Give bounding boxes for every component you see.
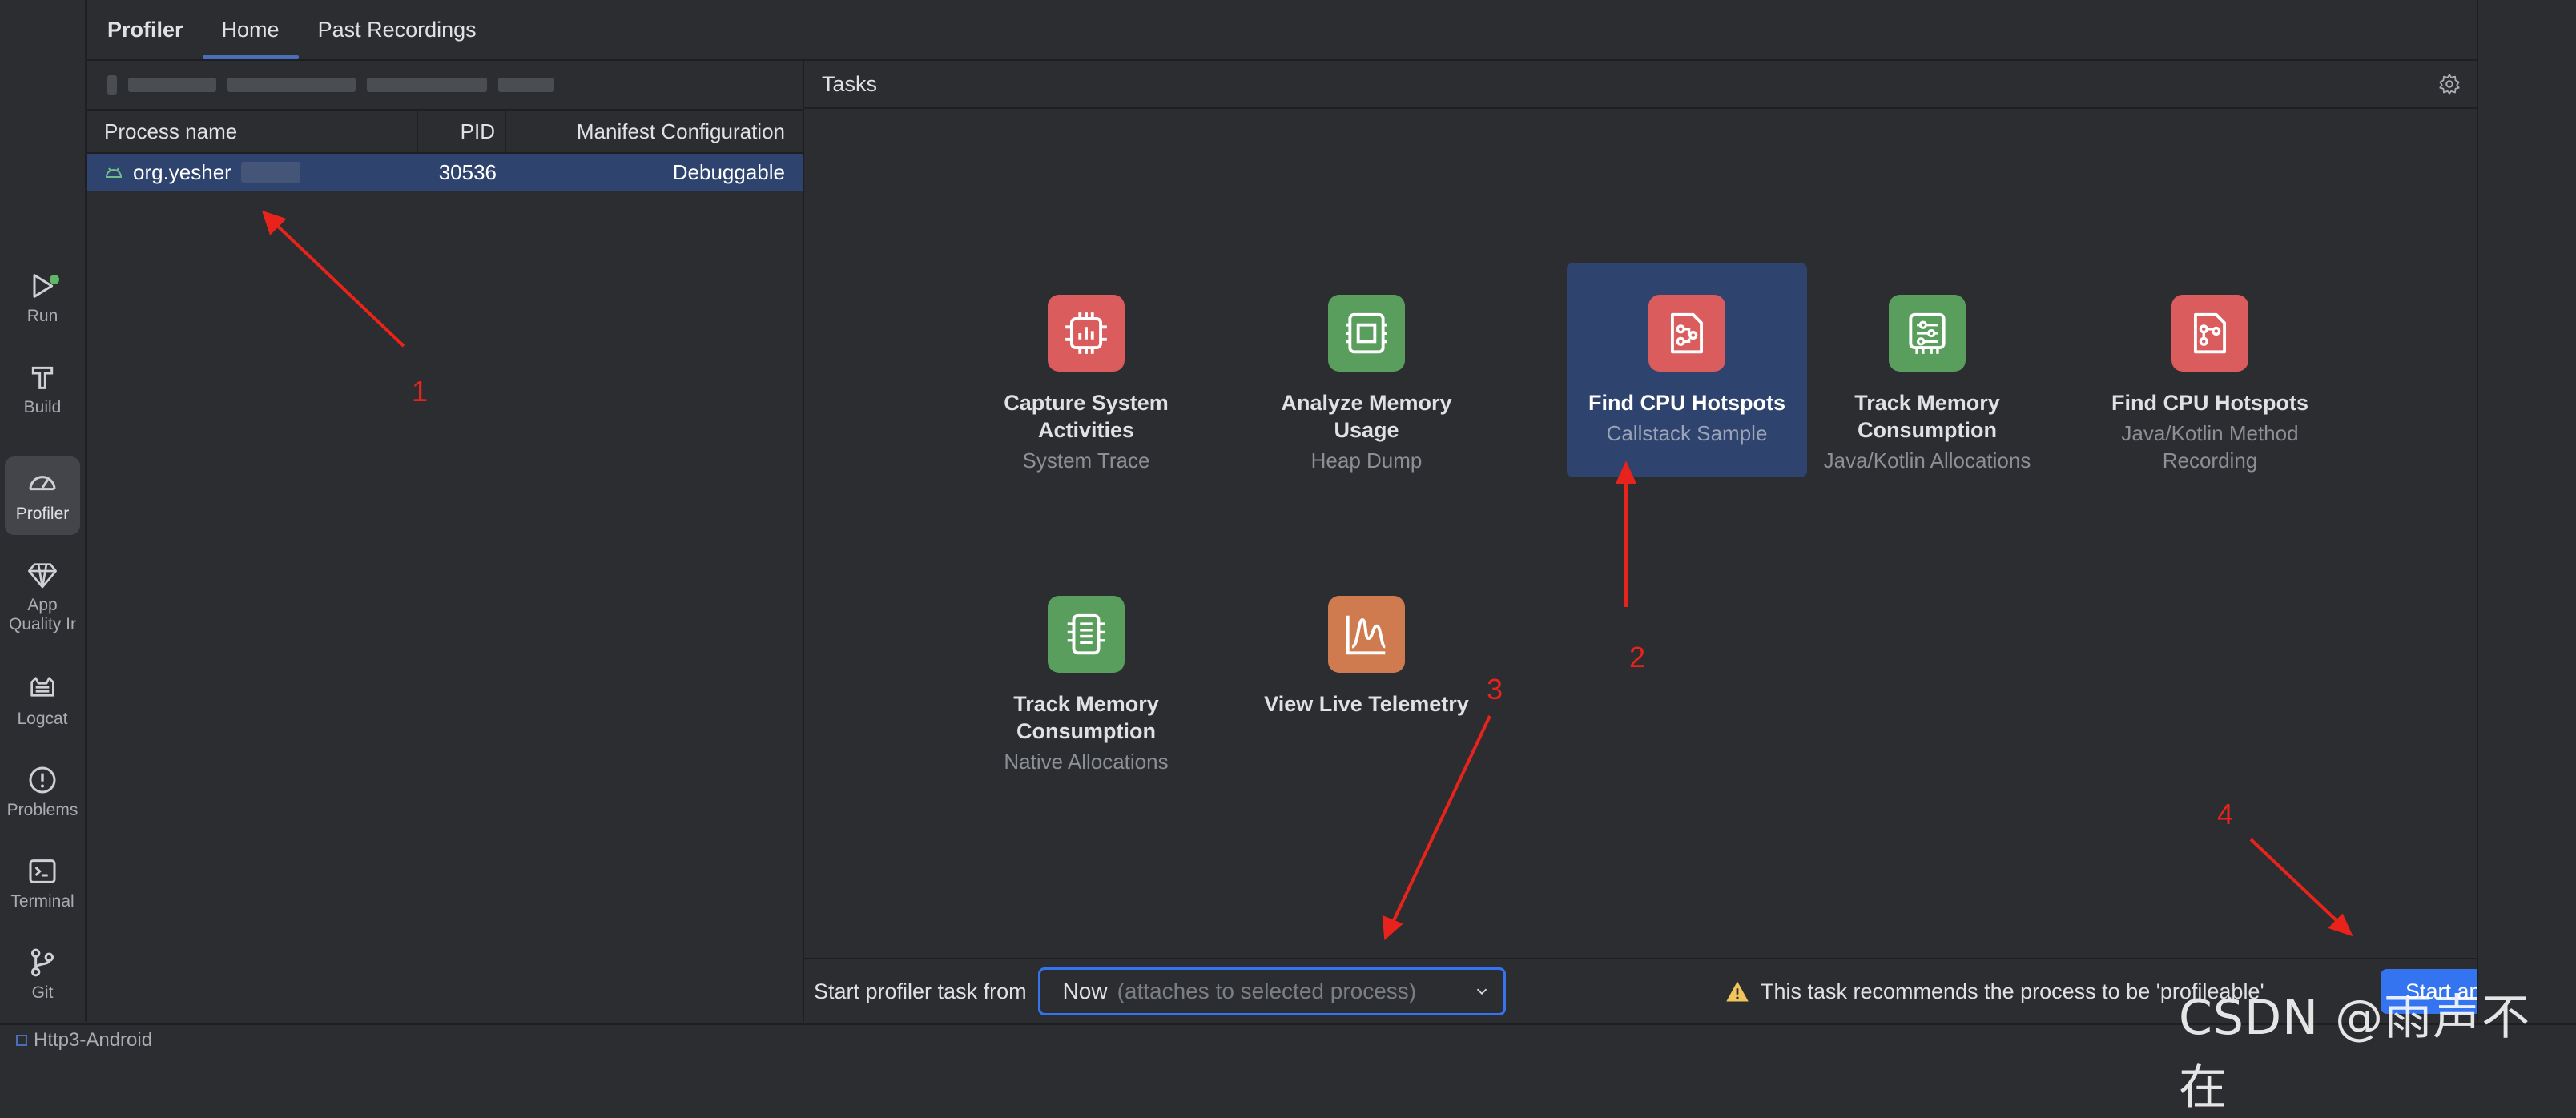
tab-home[interactable]: Home xyxy=(202,0,299,59)
memory-sliders-icon xyxy=(1909,312,1946,354)
profiler-title: Profiler xyxy=(107,17,183,42)
right-tool-strip xyxy=(2477,0,2576,1022)
task-subtitle: Java/Kotlin Allocations xyxy=(1823,448,2031,473)
terminal-tool-button[interactable]: Terminal xyxy=(5,844,80,923)
process-table-header: Process name PID Manifest Configuration xyxy=(87,109,803,154)
cat-icon xyxy=(30,677,54,697)
app-quality-tool-button[interactable]: App Quality Ir xyxy=(5,553,80,641)
terminal-icon xyxy=(29,859,56,883)
redacted-device-name xyxy=(128,78,216,92)
android-icon xyxy=(105,167,123,178)
device-selector[interactable] xyxy=(87,61,803,109)
profiler-tool-button[interactable]: Profiler xyxy=(5,456,80,535)
callstack-doc-icon xyxy=(1670,312,1704,354)
git-tool-label: Git xyxy=(31,983,54,1002)
project-name[interactable]: Http3-Android xyxy=(34,1029,152,1052)
native-memory-icon xyxy=(1067,613,1105,655)
redacted-device-extra xyxy=(498,78,554,92)
task-title: Analyze Memory Usage xyxy=(1281,391,1452,442)
task-track-memory-java-kotlin[interactable]: Track Memory Consumption Java/Kotlin All… xyxy=(1807,263,2047,477)
run-tool-label: Run xyxy=(26,307,58,325)
tasks-title: Tasks xyxy=(822,71,878,96)
chevron-down-icon xyxy=(1476,988,1487,995)
hammer-icon xyxy=(31,366,54,389)
warning-icon xyxy=(1726,981,1749,1002)
task-find-cpu-hotspots-callstack[interactable]: Find CPU Hotspots Callstack Sample xyxy=(1567,263,1807,477)
tasks-pane: Tasks Capture System Activities System T… xyxy=(804,61,2555,1022)
pid-cell: 30536 xyxy=(438,160,497,184)
task-icon-tile xyxy=(1048,295,1125,372)
alert-circle-icon xyxy=(29,766,56,794)
branch-icon xyxy=(31,948,54,977)
git-tool-button[interactable]: Git xyxy=(5,935,80,1014)
build-tool-label: Build xyxy=(23,398,62,416)
logcat-tool-button[interactable]: Logcat xyxy=(5,662,80,740)
tool-window-bar: Run Build Profiler App Quality Ir Logcat… xyxy=(0,0,87,1022)
task-title: Capture System Activities xyxy=(1004,391,1169,442)
manifest-config-header[interactable]: Manifest Configuration xyxy=(506,119,803,144)
profiler-tool-label: Profiler xyxy=(15,505,70,523)
process-name-cell: org.yesher xyxy=(133,159,231,184)
dropdown-value: Now xyxy=(1062,979,1108,1003)
pid-header[interactable]: PID xyxy=(417,111,506,152)
task-icon-tile xyxy=(1048,596,1125,673)
app-quality-tool-label: App Quality Ir xyxy=(8,596,77,633)
redacted-device-model xyxy=(227,78,356,92)
build-tool-button[interactable]: Build xyxy=(5,350,80,428)
annotation-label-1: 1 xyxy=(412,375,429,408)
watermark: CSDN @雨声不在 xyxy=(2179,990,2531,1116)
task-icon-tile xyxy=(2171,295,2248,372)
redacted-process-suffix xyxy=(240,162,300,183)
device-icon xyxy=(107,75,117,95)
method-doc-icon xyxy=(2193,312,2227,354)
running-indicator xyxy=(50,275,59,284)
profiler-panel: Profiler Home Past Recordings Process na… xyxy=(87,0,2555,1022)
task-subtitle: System Trace xyxy=(1022,448,1150,473)
task-icon-tile xyxy=(1328,596,1405,673)
redacted-device-api xyxy=(367,78,487,92)
task-track-memory-native[interactable]: Track Memory Consumption Native Allocati… xyxy=(966,564,1206,778)
telemetry-chart-icon xyxy=(1346,615,1387,655)
tab-past-recordings[interactable]: Past Recordings xyxy=(299,0,496,59)
terminal-tool-label: Terminal xyxy=(10,892,74,911)
profiler-tab-bar: Profiler Home Past Recordings xyxy=(87,0,2477,61)
task-subtitle: Callstack Sample xyxy=(1606,421,1768,445)
problems-tool-button[interactable]: Problems xyxy=(5,753,80,831)
task-subtitle: Java/Kotlin Method Recording xyxy=(2121,421,2299,473)
table-row[interactable]: org.yesher 30536 Debuggable xyxy=(87,154,803,191)
problems-tool-label: Problems xyxy=(6,801,78,819)
annotation-label-2: 2 xyxy=(1629,641,1646,674)
task-subtitle: Heap Dump xyxy=(1310,448,1423,473)
task-view-live-telemetry[interactable]: View Live Telemetry xyxy=(1230,564,1503,778)
task-icon-tile xyxy=(1328,295,1405,372)
process-name-header[interactable]: Process name xyxy=(87,119,417,144)
manifest-config-cell: Debuggable xyxy=(672,159,785,184)
process-pane: Process name PID Manifest Configuration … xyxy=(87,61,804,1022)
cpu-bars-icon xyxy=(1065,312,1107,354)
logcat-tool-label: Logcat xyxy=(17,710,68,728)
project-icon xyxy=(16,1035,27,1046)
tasks-header: Tasks xyxy=(804,61,2477,109)
task-find-cpu-hotspots-method[interactable]: Find CPU Hotspots Java/Kotlin Method Rec… xyxy=(2086,263,2334,477)
task-capture-system-activities[interactable]: Capture System Activities System Trace xyxy=(966,263,1206,477)
task-subtitle: Native Allocations xyxy=(1004,750,1169,774)
memory-chip-icon xyxy=(1346,312,1387,354)
task-title: Find CPU Hotspots xyxy=(2111,391,2308,415)
annotation-label-4: 4 xyxy=(2217,798,2234,830)
gauge-icon xyxy=(29,476,56,491)
annotation-label-3: 3 xyxy=(1487,673,1503,706)
task-title: Track Memory Consumption xyxy=(1854,391,2000,442)
task-title: Track Memory Consumption xyxy=(1013,692,1159,743)
gear-icon[interactable] xyxy=(2438,73,2461,95)
task-analyze-memory-usage[interactable]: Analyze Memory Usage Heap Dump xyxy=(1246,263,1487,477)
task-title: View Live Telemetry xyxy=(1264,692,1469,716)
start-from-dropdown[interactable]: Now (attaches to selected process) xyxy=(1037,967,1506,1015)
diamond-icon xyxy=(28,563,57,589)
run-tool-button[interactable]: Run xyxy=(5,259,80,337)
dropdown-hint: (attaches to selected process) xyxy=(1117,979,1417,1003)
task-icon-tile xyxy=(1889,295,1966,372)
task-title: Find CPU Hotspots xyxy=(1588,391,1785,415)
task-icon-tile xyxy=(1648,295,1725,372)
start-from-label: Start profiler task from xyxy=(814,979,1027,1003)
